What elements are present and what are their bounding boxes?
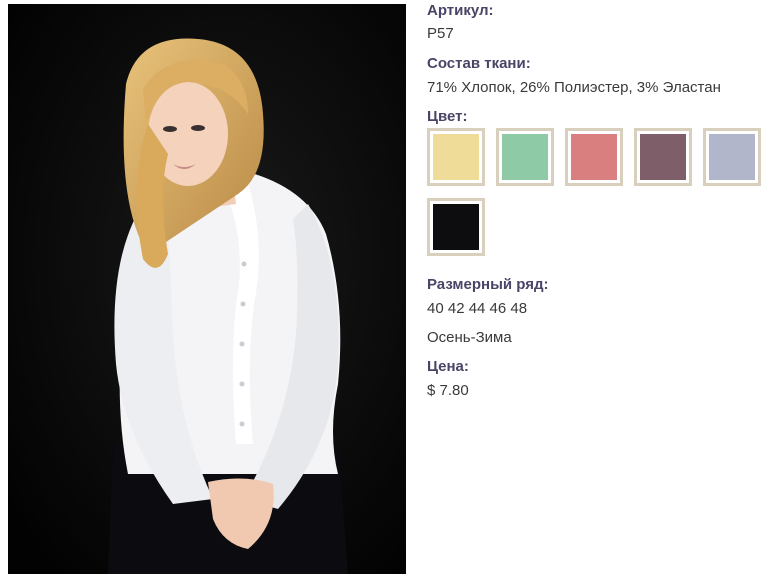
fabric-label: Состав ткани: <box>427 55 531 72</box>
color-swatch-pink[interactable] <box>565 128 623 186</box>
swatch-fill <box>709 134 755 180</box>
fabric-value: 71% Хлопок, 26% Полиэстер, 3% Эластан <box>427 79 721 96</box>
article-label: Артикул: <box>427 2 494 19</box>
swatch-fill <box>571 134 617 180</box>
size-value: 40 42 44 46 48 <box>427 300 528 317</box>
color-swatch-mint[interactable] <box>496 128 554 186</box>
model-illustration <box>8 4 406 574</box>
color-swatch-yellow[interactable] <box>427 128 485 186</box>
color-swatch-mauve[interactable] <box>634 128 692 186</box>
price-value: $ 7.80 <box>427 382 469 399</box>
product-photo <box>8 4 406 574</box>
season-value: Осень-Зима <box>427 329 512 346</box>
price-label: Цена: <box>427 358 469 375</box>
swatch-fill <box>433 204 479 250</box>
swatch-fill <box>433 134 479 180</box>
swatch-fill <box>640 134 686 180</box>
color-label: Цвет: <box>427 108 468 125</box>
color-swatch-black[interactable] <box>427 198 485 256</box>
color-swatch-light-blue[interactable] <box>703 128 761 186</box>
article-value: P57 <box>427 25 454 42</box>
swatch-fill <box>502 134 548 180</box>
size-label: Размерный ряд: <box>427 276 549 293</box>
